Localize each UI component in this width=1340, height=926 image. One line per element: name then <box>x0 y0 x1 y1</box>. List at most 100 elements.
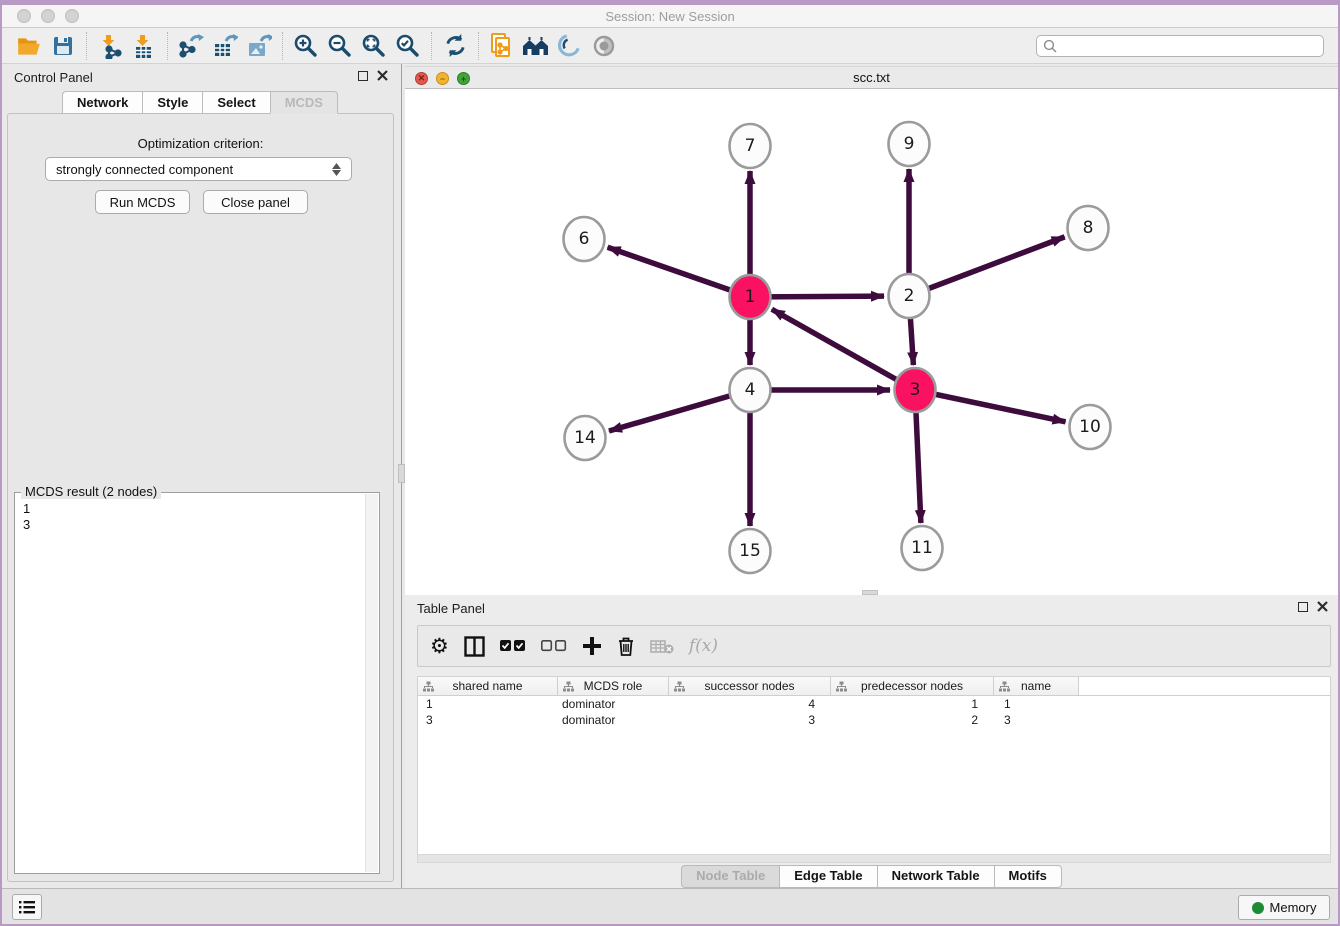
unselect-all-columns-icon[interactable] <box>541 633 567 659</box>
graph-node-15[interactable]: 15 <box>730 529 771 573</box>
table-hscrollbar[interactable] <box>417 854 1331 863</box>
graph-edge-3-1[interactable] <box>772 309 915 390</box>
cell[interactable]: 3 <box>669 712 831 728</box>
graph-node-14[interactable]: 14 <box>565 416 606 460</box>
graph-node-6[interactable]: 6 <box>564 217 605 261</box>
graph-node-8[interactable]: 8 <box>1068 206 1109 250</box>
criterion-select[interactable]: strongly connected component <box>45 157 352 181</box>
cell[interactable]: 1 <box>418 696 558 712</box>
toolbar-separator <box>431 32 432 60</box>
tab-network[interactable]: Network <box>62 91 142 114</box>
svg-text:6: 6 <box>579 229 590 249</box>
select-all-columns-icon[interactable] <box>500 633 526 659</box>
cell[interactable]: 3 <box>994 712 1079 728</box>
delete-table-icon <box>650 633 674 659</box>
graph-node-4[interactable]: 4 <box>730 368 771 412</box>
ndex-home-icon[interactable] <box>519 30 553 62</box>
graph-node-11[interactable]: 11 <box>902 526 943 570</box>
tab-mcds[interactable]: MCDS <box>270 91 338 114</box>
table-settings-icon[interactable]: ⚙ <box>430 633 449 659</box>
column-header-predecessor-nodes[interactable]: predecessor nodes <box>831 677 994 696</box>
import-table-icon[interactable] <box>127 30 161 62</box>
close-panel-icon[interactable] <box>377 70 388 81</box>
add-row-icon[interactable] <box>582 633 602 659</box>
run-mcds-button[interactable]: Run MCDS <box>95 190 190 214</box>
graph-edge-3-10[interactable] <box>915 390 1066 422</box>
search-box[interactable] <box>1036 35 1324 57</box>
open-session-icon[interactable] <box>12 30 46 62</box>
tab-edge-table[interactable]: Edge Table <box>779 865 876 888</box>
titlebar: Session: New Session <box>2 5 1338 28</box>
float-panel-icon[interactable] <box>1298 602 1308 612</box>
tab-node-table[interactable]: Node Table <box>681 865 779 888</box>
cell[interactable]: 1 <box>831 696 994 712</box>
zoom-out-icon[interactable] <box>323 30 357 62</box>
delete-row-icon[interactable] <box>617 633 635 659</box>
toolbar-separator <box>86 32 87 60</box>
cell[interactable]: 3 <box>418 712 558 728</box>
cyndex-icon[interactable] <box>553 30 587 62</box>
network-window-titlebar[interactable]: ✕ − + scc.txt <box>405 66 1338 89</box>
export-network-icon[interactable] <box>174 30 208 62</box>
refresh-icon[interactable] <box>438 30 472 62</box>
column-header-name[interactable]: name <box>994 677 1079 696</box>
control-panel: Control Panel NetworkStyleSelectMCDS Opt… <box>2 64 398 888</box>
graph-edge-1-6[interactable] <box>608 247 750 297</box>
export-image-icon[interactable] <box>242 30 276 62</box>
mcds-panel: Optimization criterion: strongly connect… <box>7 113 394 882</box>
tab-network-table[interactable]: Network Table <box>877 865 994 888</box>
save-session-icon[interactable] <box>46 30 80 62</box>
memory-button[interactable]: Memory <box>1238 895 1330 920</box>
level-of-detail-icon[interactable] <box>587 30 621 62</box>
svg-text:3: 3 <box>910 380 921 400</box>
column-header-mcds-role[interactable]: MCDS role <box>558 677 669 696</box>
cell[interactable]: dominator <box>558 712 669 728</box>
svg-text:14: 14 <box>574 428 596 448</box>
tab-motifs[interactable]: Motifs <box>994 865 1062 888</box>
splitter-grip[interactable] <box>398 464 405 483</box>
toolbar-separator <box>478 32 479 60</box>
zoom-fit-icon[interactable] <box>357 30 391 62</box>
graph-node-3[interactable]: 3 <box>895 368 936 412</box>
svg-text:8: 8 <box>1083 218 1094 238</box>
cell[interactable]: 4 <box>669 696 831 712</box>
graph-node-7[interactable]: 7 <box>730 124 771 168</box>
close-panel-icon[interactable] <box>1317 601 1328 612</box>
zoom-selected-icon[interactable] <box>391 30 425 62</box>
search-input[interactable] <box>1062 39 1317 53</box>
vertical-splitter[interactable] <box>398 64 405 888</box>
network-canvas[interactable]: 7 9 6 8 1 2 4 3 14 10 15 11 <box>405 89 1338 590</box>
cell[interactable]: dominator <box>558 696 669 712</box>
show-columns-icon[interactable] <box>464 633 485 659</box>
table-row[interactable]: 1dominator411 <box>418 696 1330 712</box>
column-header-shared-name[interactable]: shared name <box>418 677 558 696</box>
graph-edge-2-8[interactable] <box>909 237 1065 296</box>
search-icon <box>1043 39 1057 53</box>
control-panel-tabs: NetworkStyleSelectMCDS <box>2 91 398 114</box>
statusbar: Memory <box>2 888 1338 924</box>
cell[interactable]: 2 <box>831 712 994 728</box>
graph-node-1[interactable]: 1 <box>730 275 771 319</box>
task-history-button[interactable] <box>12 894 42 920</box>
graph-node-2[interactable]: 2 <box>889 274 930 318</box>
network-from-selection-icon[interactable] <box>485 30 519 62</box>
result-scrollbar[interactable] <box>365 494 378 872</box>
table-panel: Table Panel ⚙ <box>405 595 1338 888</box>
export-table-icon[interactable] <box>208 30 242 62</box>
graph-node-10[interactable]: 10 <box>1070 405 1111 449</box>
float-panel-icon[interactable] <box>358 71 368 81</box>
cell[interactable]: 1 <box>994 696 1079 712</box>
zoom-in-icon[interactable] <box>289 30 323 62</box>
node-table[interactable]: shared nameMCDS rolesuccessor nodesprede… <box>417 676 1331 854</box>
table-row[interactable]: 3dominator323 <box>418 712 1330 728</box>
memory-label: Memory <box>1270 900 1317 915</box>
tab-select[interactable]: Select <box>202 91 269 114</box>
mcds-result-box: MCDS result (2 nodes) 13 <box>14 492 380 874</box>
close-panel-button[interactable]: Close panel <box>203 190 308 214</box>
tab-style[interactable]: Style <box>142 91 202 114</box>
graph-node-9[interactable]: 9 <box>889 122 930 166</box>
column-header-successor-nodes[interactable]: successor nodes <box>669 677 831 696</box>
graph-edge-4-14[interactable] <box>609 390 750 431</box>
import-network-icon[interactable] <box>93 30 127 62</box>
function-builder-icon: f(x) <box>689 633 718 659</box>
